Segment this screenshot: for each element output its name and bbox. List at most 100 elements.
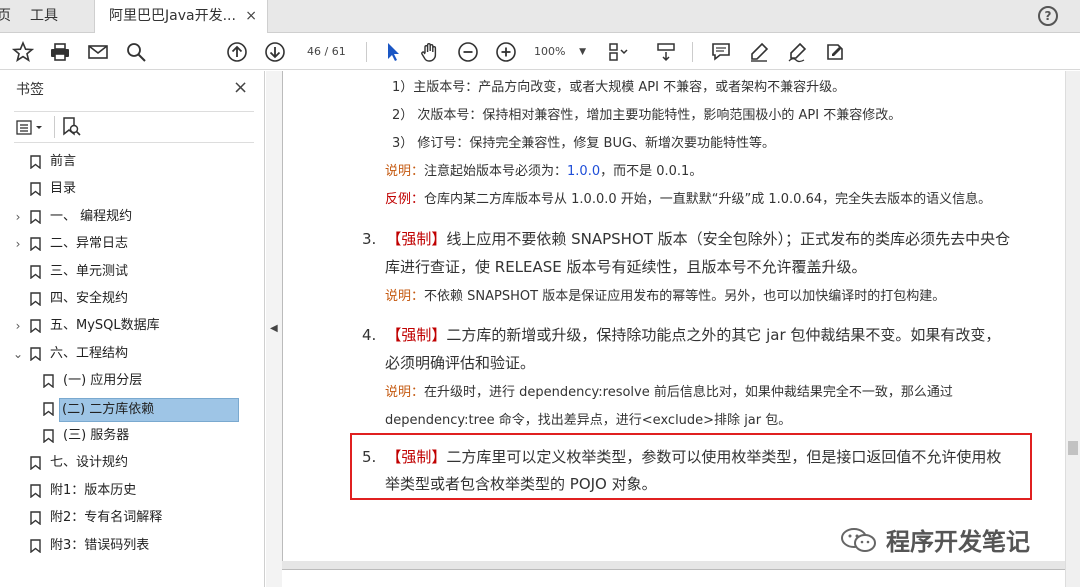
close-panel-icon[interactable]: × — [233, 77, 248, 98]
bookmark-icon — [30, 292, 41, 306]
help-icon[interactable]: ? — [1038, 6, 1058, 26]
bookmark-label: 目录 — [50, 181, 77, 197]
wechat-icon — [841, 528, 876, 552]
page-up-icon[interactable] — [225, 41, 249, 63]
doc-note-line: 说明：注意起始版本号必须为：1.0.0，而不是 0.0.1。 — [385, 160, 702, 179]
expand-toggle-icon[interactable]: › — [12, 206, 24, 228]
rule-4-line: 必须明确评估和验证。 — [385, 354, 536, 372]
bookmark-label: 附3：错误码列表 — [50, 537, 150, 553]
print-icon[interactable] — [48, 41, 72, 63]
bookmark-icon — [30, 538, 41, 553]
zoom-select[interactable]: 100% ▼ — [534, 42, 590, 62]
doc-text: ，而不是 0.0.1。 — [600, 164, 703, 179]
next-page — [282, 569, 1065, 587]
fit-page-icon[interactable] — [606, 41, 630, 63]
vertical-scrollbar[interactable] — [1065, 71, 1080, 587]
panel-collapse-handle[interactable]: ◀ — [266, 71, 282, 587]
doc-note-line: 说明：不依赖 SNAPSHOT 版本是保证应用发布的幂等性。另外，也可以加快编译… — [385, 285, 945, 304]
comment-icon[interactable] — [709, 41, 733, 63]
scrollbar-thumb[interactable] — [1068, 441, 1078, 455]
chevron-down-icon: ▼ — [579, 47, 586, 57]
doc-text: 在升级时，进行 dependency:resolve 前后信息比对，如果仲裁结果… — [424, 385, 953, 400]
sign-icon[interactable] — [785, 41, 809, 63]
search-icon[interactable] — [124, 41, 148, 63]
bookmark-label: (一) 应用分层 — [63, 373, 143, 389]
fill-sign-icon[interactable] — [823, 41, 847, 63]
zoom-out-icon[interactable] — [456, 41, 480, 63]
doc-line: 1）主版本号：产品方向改变，或者大规模 API 不兼容，或者架构不兼容升级。 — [392, 80, 846, 95]
doc-line: 3） 修订号：保持完全兼容性，修复 BUG、新增次要功能特性等。 — [392, 136, 776, 151]
doc-note-line: dependency:tree 命令，找出差异点，进行<exclude>排除 j… — [385, 413, 792, 428]
bookmark-icon — [43, 374, 54, 389]
counterexample-label: 反例： — [385, 192, 425, 207]
note-label: 说明： — [385, 164, 425, 179]
bookmark-label: 六、工程结构 — [50, 345, 129, 361]
bookmark-label: 附1：版本历史 — [50, 482, 137, 498]
bookmarks-toolbar — [14, 111, 254, 143]
rule-tag: 【强制】 — [386, 326, 447, 344]
bookmark-label: 四、安全规约 — [50, 291, 129, 306]
tab-home[interactable]: 页 — [0, 0, 11, 33]
page-gap — [282, 561, 1065, 569]
highlight-icon[interactable] — [747, 41, 771, 63]
rule-number: 4. — [362, 326, 377, 344]
page-down-icon[interactable] — [263, 41, 287, 63]
star-icon[interactable] — [11, 41, 35, 63]
scroll-mode-icon[interactable] — [654, 41, 678, 63]
bookmark-icon — [30, 347, 41, 361]
bookmark-icon — [30, 182, 41, 197]
tab-tools[interactable]: 工具 — [30, 0, 58, 33]
note-label: 说明： — [385, 385, 425, 400]
bookmark-label: (二) 二方库依赖 — [59, 397, 239, 422]
expand-toggle-icon[interactable]: › — [12, 233, 24, 255]
doc-note-line: 说明：在升级时，进行 dependency:resolve 前后信息比对，如果仲… — [385, 381, 953, 400]
bookmark-icon — [30, 210, 41, 224]
rule-3-line: 库进行查证，使 RELEASE 版本号有延续性，且版本号不允许覆盖升级。 — [385, 258, 867, 276]
bookmark-icon — [30, 319, 41, 334]
tab-bar: 页 工具 阿里巴巴Java开发... × ? — [0, 0, 1080, 33]
tab-document[interactable]: 阿里巴巴Java开发... × — [94, 0, 268, 33]
zoom-in-icon[interactable] — [494, 41, 518, 63]
bookmark-icon — [30, 237, 41, 252]
page-number-field[interactable]: 46 / 61 — [301, 42, 353, 62]
toolbar-divider — [692, 42, 693, 62]
expand-toggle-icon[interactable]: › — [12, 315, 24, 337]
doc-text: 不依赖 SNAPSHOT 版本是保证应用发布的幂等性。另外，也可以加快编译时的打… — [424, 289, 946, 304]
bookmark-label: 二、异常日志 — [50, 236, 129, 252]
doc-text: 线上应用不要依赖 SNAPSHOT 版本（安全包除外）；正式发布的类库必须先去中… — [446, 230, 1011, 248]
page-current[interactable]: 46 — [301, 42, 321, 62]
expand-toggle-icon[interactable]: ⌄ — [12, 343, 24, 365]
bookmark-label: 七、设计规约 — [50, 455, 129, 471]
doc-text: 二方库的新增或升级，保持除功能点之外的其它 jar 包仲裁结果不变。如果有改变， — [446, 326, 1001, 344]
rule-3-line: 3. 【强制】线上应用不要依赖 SNAPSHOT 版本（安全包除外）；正式发布的类… — [362, 228, 1010, 249]
mail-icon[interactable] — [86, 41, 110, 63]
doc-text: 1.0.0 — [567, 164, 601, 179]
toolbar-divider — [54, 116, 55, 138]
options-menu-icon[interactable] — [16, 119, 46, 137]
toolbar-divider — [366, 42, 367, 62]
close-tab-icon[interactable]: × — [245, 0, 257, 33]
bookmark-label: 五、MySQL数据库 — [50, 318, 160, 334]
doc-text: 注意起始版本号必须为： — [424, 164, 568, 179]
bookmark-label: 附2：专有名词解释 — [50, 510, 163, 526]
bookmark-label: 三、单元测试 — [50, 263, 129, 279]
note-label: 说明： — [385, 289, 425, 304]
find-bookmark-icon[interactable] — [60, 116, 82, 138]
hand-tool-icon[interactable] — [418, 41, 442, 63]
bookmark-icon — [30, 511, 41, 526]
bookmark-icon — [43, 429, 54, 443]
page-total: / 61 — [324, 45, 346, 58]
doc-text: 仓库内某二方库版本号从 1.0.0.0 开始，一直默默“升级”成 1.0.0.6… — [424, 192, 992, 207]
bookmark-icon — [30, 484, 41, 498]
bookmark-label: 一、 编程规约 — [50, 208, 133, 224]
zoom-value: 100% — [534, 45, 566, 58]
highlight-box — [350, 433, 1032, 500]
bookmark-label: 前言 — [50, 154, 77, 169]
watermark-text: 程序开发笔记 — [886, 528, 1030, 556]
bookmark-icon — [30, 155, 41, 169]
select-cursor-icon[interactable] — [381, 41, 405, 63]
doc-line: 2） 次版本号：保持相对兼容性，增加主要功能特性，影响范围极小的 API 不兼容… — [392, 108, 902, 123]
bookmarks-title: 书签 — [16, 82, 44, 98]
doc-counterexample-line: 反例：仓库内某二方库版本号从 1.0.0.0 开始，一直默默“升级”成 1.0.… — [385, 188, 991, 207]
bookmark-label: (三) 服务器 — [63, 428, 130, 443]
